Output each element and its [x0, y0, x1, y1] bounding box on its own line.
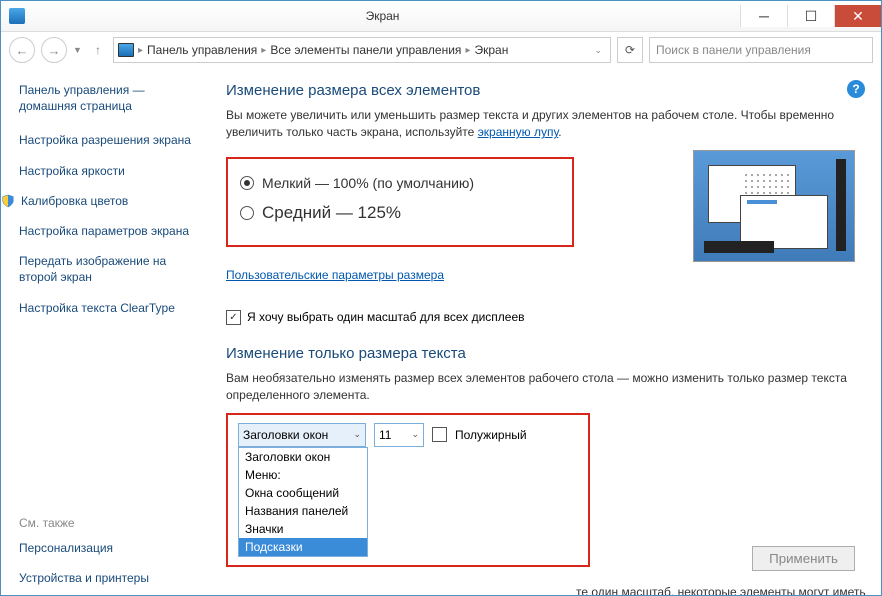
sidebar-link-project[interactable]: Передать изображение на второй экран [19, 253, 204, 285]
chevron-right-icon: ▸ [138, 45, 143, 56]
dropdown-option[interactable]: Окна сообщений [239, 484, 367, 502]
chevron-right-icon: ▸ [261, 45, 266, 56]
dropdown-option-selected[interactable]: Подсказки [239, 538, 367, 556]
sidebar-home-link[interactable]: Панель управления — домашняя страница [19, 82, 204, 114]
radio-medium-label: Средний — 125% [262, 203, 401, 223]
checkbox-icon [226, 310, 241, 325]
radio-small-label: Мелкий — 100% (по умолчанию) [262, 175, 474, 191]
element-dropdown: Заголовки окон Меню: Окна сообщений Назв… [238, 447, 368, 557]
radio-icon [240, 176, 254, 190]
shield-icon [1, 194, 15, 208]
breadcrumb-mid[interactable]: Все элементы панели управления [270, 43, 461, 57]
custom-size-link[interactable]: Пользовательские параметры размера [226, 268, 444, 282]
footer-note: те один масштаб, некоторые элементы могу… [576, 584, 876, 595]
window-title: Экран [25, 9, 740, 23]
sidebar-link-display-settings[interactable]: Настройка параметров экрана [19, 223, 204, 239]
maximize-button[interactable]: ☐ [787, 5, 834, 27]
heading-scale: Изменение размера всех элементов [226, 82, 855, 99]
magnifier-link[interactable]: экранную лупу [478, 125, 559, 139]
bold-label: Полужирный [455, 428, 527, 442]
breadcrumb-dropdown-icon[interactable]: ⌄ [594, 45, 606, 56]
minimize-button[interactable]: ─ [740, 5, 787, 27]
apply-button[interactable]: Применить [752, 546, 855, 571]
breadcrumb-root[interactable]: Панель управления [147, 43, 257, 57]
sidebar-link-brightness[interactable]: Настройка яркости [19, 163, 204, 179]
size-select[interactable]: 11 ⌄ [374, 423, 424, 447]
help-icon[interactable]: ? [847, 80, 865, 98]
element-select[interactable]: Заголовки окон ⌄ Заголовки окон Меню: Ок… [238, 423, 366, 447]
breadcrumb-leaf[interactable]: Экран [474, 43, 508, 57]
radio-icon [240, 206, 254, 220]
nav-up-button[interactable]: ↑ [89, 41, 107, 59]
breadcrumb[interactable]: ▸ Панель управления ▸ Все элементы панел… [113, 37, 611, 63]
sidebar-link-resolution[interactable]: Настройка разрешения экрана [19, 132, 204, 148]
sidebar-also-devices[interactable]: Устройства и принтеры [19, 570, 204, 586]
radio-medium[interactable]: Средний — 125% [240, 203, 560, 223]
monitor-icon [118, 42, 134, 58]
highlight-box-scale: Мелкий — 100% (по умолчанию) Средний — 1… [226, 157, 574, 247]
highlight-box-textsize: Заголовки окон ⌄ Заголовки окон Меню: Ок… [226, 413, 590, 567]
dropdown-option[interactable]: Значки [239, 520, 367, 538]
single-scale-checkbox[interactable]: Я хочу выбрать один масштаб для всех дис… [226, 310, 855, 325]
nav-back-button[interactable]: ← [9, 37, 35, 63]
sidebar-link-calibrate[interactable]: Калибровка цветов [1, 193, 204, 209]
sidebar-also-personalization[interactable]: Персонализация [19, 540, 204, 556]
sidebar-link-label: Калибровка цветов [21, 193, 128, 209]
dropdown-option[interactable]: Меню: [239, 466, 367, 484]
dropdown-option[interactable]: Названия панелей [239, 502, 367, 520]
radio-small[interactable]: Мелкий — 100% (по умолчанию) [240, 175, 560, 191]
refresh-button[interactable]: ⟳ [617, 37, 643, 63]
element-select-value: Заголовки окон [243, 428, 328, 442]
desc-textsize: Вам необязательно изменять размер всех э… [226, 370, 855, 405]
bold-checkbox[interactable] [432, 427, 447, 442]
size-select-value: 11 [379, 428, 391, 442]
search-input[interactable]: Поиск в панели управления [649, 37, 873, 63]
nav-forward-button[interactable]: → [41, 37, 67, 63]
preview-thumbnail [693, 150, 855, 262]
sidebar-see-also-label: См. также [19, 516, 204, 530]
close-button[interactable]: ✕ [834, 5, 881, 27]
chevron-down-icon: ⌄ [353, 429, 361, 440]
sidebar-link-cleartype[interactable]: Настройка текста ClearType [19, 300, 204, 316]
single-scale-label: Я хочу выбрать один масштаб для всех дис… [247, 310, 525, 324]
nav-history-dropdown[interactable]: ▼ [73, 45, 83, 55]
dropdown-option[interactable]: Заголовки окон [239, 448, 367, 466]
app-icon [9, 8, 25, 24]
chevron-right-icon: ▸ [465, 45, 470, 56]
chevron-down-icon: ⌄ [411, 429, 419, 440]
heading-textsize: Изменение только размера текста [226, 345, 855, 362]
desc-scale: Вы можете увеличить или уменьшить размер… [226, 107, 855, 142]
